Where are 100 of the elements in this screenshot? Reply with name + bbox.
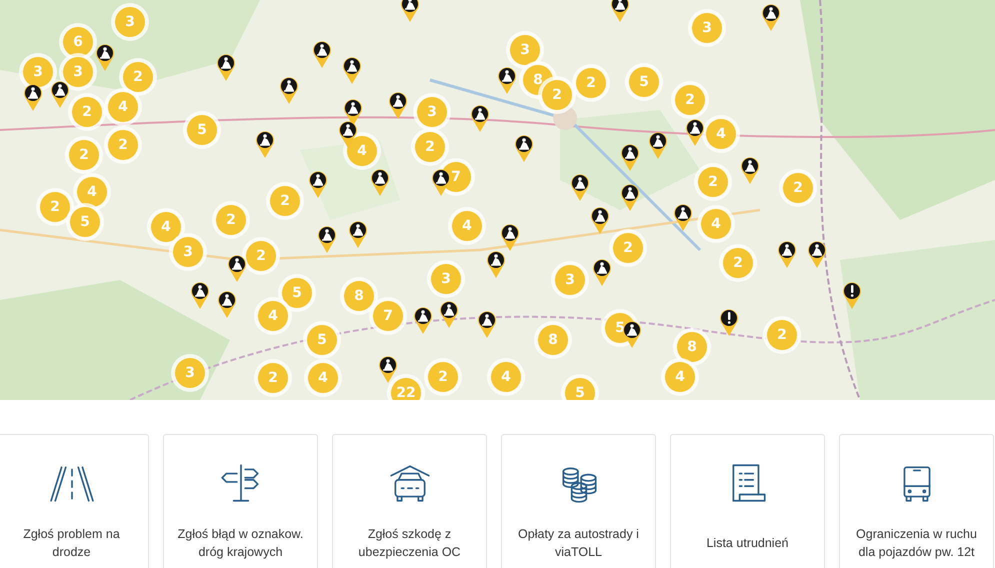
cluster-marker[interactable]: 2 xyxy=(71,96,103,128)
cluster-marker[interactable]: 3 xyxy=(172,236,204,268)
roadwork-pin-icon[interactable] xyxy=(387,90,409,120)
service-card[interactable]: Zgłoś problem na drodze xyxy=(0,434,149,568)
alert-pin-icon[interactable] xyxy=(841,280,863,310)
service-card[interactable]: Opłaty za autostrady i viaTOLL xyxy=(501,434,656,568)
alert-pin-icon[interactable] xyxy=(718,307,740,337)
roadwork-pin-icon[interactable] xyxy=(684,117,706,147)
cluster-marker[interactable]: 2 xyxy=(39,191,71,223)
roadwork-pin-icon[interactable] xyxy=(499,222,521,252)
roadwork-pin-icon[interactable] xyxy=(341,55,363,85)
cluster-marker[interactable]: 3 xyxy=(416,96,448,128)
cluster-marker[interactable]: 2 xyxy=(782,172,814,204)
roadwork-pin-icon[interactable] xyxy=(760,2,782,32)
cluster-marker[interactable]: 8 xyxy=(537,324,569,356)
cluster-marker[interactable]: 2 xyxy=(68,139,100,171)
roadwork-pin-icon[interactable] xyxy=(469,103,491,133)
cluster-marker[interactable]: 4 xyxy=(257,300,289,332)
cluster-marker[interactable]: 5 xyxy=(69,206,101,238)
cluster-marker[interactable]: 2 xyxy=(674,84,706,116)
roadwork-pin-icon[interactable] xyxy=(619,142,641,172)
cluster-marker[interactable]: 4 xyxy=(664,361,696,393)
roadwork-pin-icon[interactable] xyxy=(619,182,641,212)
cluster-marker[interactable]: 5 xyxy=(564,377,596,400)
cluster-marker[interactable]: 2 xyxy=(766,319,798,351)
cluster-marker[interactable]: 3 xyxy=(430,263,462,295)
cluster-marker[interactable]: 2 xyxy=(269,185,301,217)
roadwork-pin-icon[interactable] xyxy=(776,239,798,269)
cluster-marker[interactable]: 4 xyxy=(700,208,732,240)
roadwork-pin-icon[interactable] xyxy=(609,0,631,23)
cluster-marker[interactable]: 22 xyxy=(390,377,422,400)
cluster-marker[interactable]: 4 xyxy=(76,176,108,208)
roadwork-pin-icon[interactable] xyxy=(513,133,535,163)
cluster-marker[interactable]: 4 xyxy=(150,211,182,243)
cluster-marker[interactable]: 5 xyxy=(628,66,660,98)
cluster-marker[interactable]: 3 xyxy=(114,6,146,38)
cluster-marker[interactable]: 2 xyxy=(541,79,573,111)
roadwork-pin-icon[interactable] xyxy=(347,219,369,249)
roadwork-pin-icon[interactable] xyxy=(591,257,613,287)
cluster-marker[interactable]: 4 xyxy=(307,362,339,394)
roadwork-pin-icon[interactable] xyxy=(438,299,460,329)
roadwork-pin-icon[interactable] xyxy=(189,280,211,310)
cluster-marker[interactable]: 3 xyxy=(509,34,541,66)
cluster-marker[interactable]: 4 xyxy=(705,118,737,150)
cluster-marker[interactable]: 2 xyxy=(257,362,289,394)
cluster-marker[interactable]: 2 xyxy=(697,166,729,198)
cluster-marker[interactable]: 4 xyxy=(451,210,483,242)
cluster-marker[interactable]: 4 xyxy=(107,91,139,123)
cluster-marker[interactable]: 7 xyxy=(372,300,404,332)
cluster-marker[interactable]: 2 xyxy=(107,129,139,161)
roadwork-pin-icon[interactable] xyxy=(399,0,421,23)
roadwork-pin-icon[interactable] xyxy=(226,253,248,283)
roadwork-pin-icon[interactable] xyxy=(307,169,329,199)
cluster-marker[interactable]: 2 xyxy=(612,232,644,264)
cluster-marker[interactable]: 3 xyxy=(174,357,206,389)
roadwork-pin-icon[interactable] xyxy=(485,249,507,279)
roadwork-pin-icon[interactable] xyxy=(215,52,237,82)
roadwork-pin-icon[interactable] xyxy=(216,289,238,319)
service-card[interactable]: Lista utrudnień xyxy=(670,434,825,568)
cluster-marker[interactable]: 5 xyxy=(306,324,338,356)
roadwork-pin-icon[interactable] xyxy=(94,42,116,72)
roadwork-pin-icon[interactable] xyxy=(672,202,694,232)
cluster-marker[interactable]: 8 xyxy=(676,331,708,363)
roadwork-pin-icon[interactable] xyxy=(278,75,300,105)
service-card[interactable]: Ograniczenia w ruchu dla pojazdów pw. 12t xyxy=(839,434,994,568)
cluster-marker[interactable]: 2 xyxy=(575,67,607,99)
roadwork-pin-icon[interactable] xyxy=(22,82,44,112)
roadwork-pin-icon[interactable] xyxy=(311,39,333,69)
cluster-marker[interactable]: 2 xyxy=(122,61,154,93)
cluster-marker[interactable]: 5 xyxy=(281,277,313,309)
cluster-marker[interactable]: 8 xyxy=(343,280,375,312)
cluster-marker[interactable]: 2 xyxy=(215,204,247,236)
roadwork-pin-icon[interactable] xyxy=(589,205,611,235)
cluster-marker[interactable]: 2 xyxy=(414,131,446,163)
cluster-marker[interactable]: 5 xyxy=(186,114,218,146)
roadwork-pin-icon[interactable] xyxy=(496,65,518,95)
cluster-marker[interactable]: 2 xyxy=(722,247,754,279)
roadwork-pin-icon[interactable] xyxy=(739,155,761,185)
roadwork-pin-icon[interactable] xyxy=(430,167,452,197)
service-card[interactable]: Zgłoś błąd w oznakow. dróg krajowych xyxy=(163,434,318,568)
roadwork-pin-icon[interactable] xyxy=(337,119,359,149)
cluster-marker[interactable]: 3 xyxy=(62,56,94,88)
cluster-marker[interactable]: 3 xyxy=(691,12,723,44)
roadwork-pin-icon[interactable] xyxy=(254,129,276,159)
service-card[interactable]: Zgłoś szkodę z ubezpieczenia OC xyxy=(332,434,487,568)
roadwork-pin-icon[interactable] xyxy=(316,224,338,254)
roadwork-pin-icon[interactable] xyxy=(49,79,71,109)
roadwork-pin-icon[interactable] xyxy=(369,167,391,197)
roadwork-pin-icon[interactable] xyxy=(412,305,434,335)
roadwork-pin-icon[interactable] xyxy=(647,130,669,160)
cluster-marker[interactable]: 3 xyxy=(554,264,586,296)
roadwork-pin-icon[interactable] xyxy=(377,354,399,384)
roadwork-pin-icon[interactable] xyxy=(569,172,591,202)
cluster-marker[interactable]: 2 xyxy=(245,240,277,272)
cluster-marker[interactable]: 3 xyxy=(22,56,54,88)
cluster-marker[interactable]: 6 xyxy=(62,26,94,58)
roadwork-pin-icon[interactable] xyxy=(476,309,498,339)
roadwork-pin-icon[interactable] xyxy=(806,239,828,269)
cluster-marker[interactable]: 2 xyxy=(427,361,459,393)
cluster-marker[interactable]: 4 xyxy=(490,361,522,393)
